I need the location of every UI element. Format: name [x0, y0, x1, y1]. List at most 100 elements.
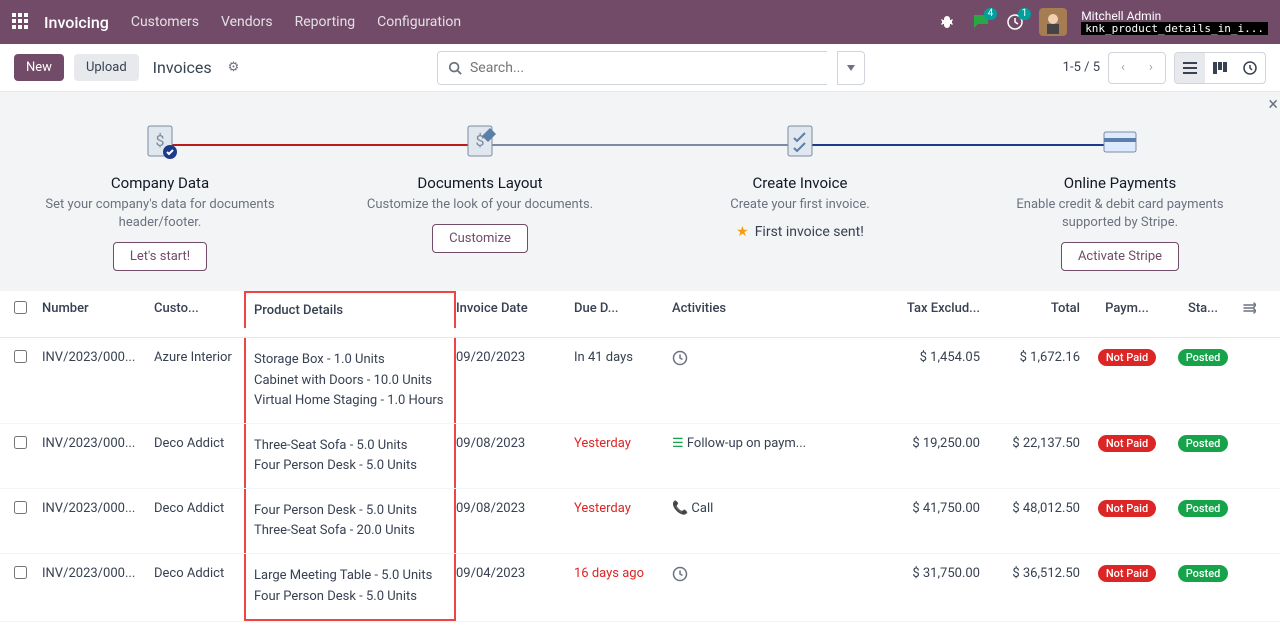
- cell-payment: Not Paid: [1088, 436, 1174, 476]
- cell-tax: $ 19,250.00: [838, 436, 988, 476]
- table-row[interactable]: INV/2023/000...Deco AddictLarge Meeting …: [0, 554, 1280, 621]
- cell-activity[interactable]: 📞 Call: [672, 501, 838, 541]
- onboard-company-btn[interactable]: Let's start!: [113, 242, 207, 271]
- cell-payment: Not Paid: [1088, 566, 1174, 608]
- cell-due: Yesterday: [574, 501, 672, 541]
- cell-product: Storage Box - 1.0 UnitsCabinet with Door…: [244, 338, 456, 422]
- cell-product: Four Person Desk - 5.0 UnitsThree-Seat S…: [244, 489, 456, 553]
- cell-number: INV/2023/000...: [42, 501, 154, 541]
- table-row[interactable]: INV/2023/000...Deco AddictFour Person De…: [0, 489, 1280, 554]
- cell-number: INV/2023/000...: [42, 436, 154, 476]
- view-activity[interactable]: [1235, 53, 1265, 83]
- onboard-layout: $ Documents Layout Customize the look of…: [320, 116, 640, 271]
- bug-icon[interactable]: [937, 12, 957, 32]
- search-box[interactable]: [437, 51, 827, 85]
- cell-customer: Deco Addict: [154, 436, 244, 476]
- cell-invoice-date: 09/04/2023: [456, 566, 574, 608]
- row-check[interactable]: [14, 501, 27, 514]
- view-kanban[interactable]: [1205, 53, 1235, 83]
- table-row[interactable]: INV/2023/000...Azure InteriorStorage Box…: [0, 338, 1280, 423]
- search-icon: [448, 61, 462, 75]
- row-check[interactable]: [14, 436, 27, 449]
- col-payment[interactable]: Paym...: [1088, 301, 1174, 327]
- nav-vendors[interactable]: Vendors: [221, 14, 273, 30]
- col-due[interactable]: Due D...: [574, 301, 672, 327]
- col-invoice-date[interactable]: Invoice Date: [456, 301, 574, 327]
- table-header: Number Custo... Product Details Invoice …: [0, 291, 1280, 338]
- cell-payment: Not Paid: [1088, 501, 1174, 541]
- svg-text:$: $: [156, 131, 165, 150]
- gear-icon[interactable]: ⚙: [228, 60, 240, 75]
- cell-customer: Azure Interior: [154, 350, 244, 410]
- cell-total: $ 1,672.16: [988, 350, 1088, 410]
- cell-payment: Not Paid: [1088, 350, 1174, 410]
- nav-customers[interactable]: Customers: [131, 14, 199, 30]
- control-panel: New Upload Invoices ⚙ 1-5 / 5 ‹ ›: [0, 44, 1280, 92]
- apps-icon[interactable]: [12, 13, 30, 31]
- onboard-create: Create Invoice Create your first invoice…: [640, 116, 960, 271]
- row-check[interactable]: [14, 350, 27, 363]
- upload-button[interactable]: Upload: [74, 54, 139, 81]
- cell-tax: $ 1,454.05: [838, 350, 988, 410]
- discuss-icon[interactable]: 4: [971, 12, 991, 32]
- cell-due: Yesterday: [574, 436, 672, 476]
- cell-tax: $ 31,750.00: [838, 566, 988, 608]
- nav-configuration[interactable]: Configuration: [377, 14, 461, 30]
- cell-invoice-date: 09/08/2023: [456, 501, 574, 541]
- cell-customer: Deco Addict: [154, 501, 244, 541]
- cell-product: Three-Seat Sofa - 5.0 UnitsFour Person D…: [244, 424, 456, 488]
- cell-total: $ 22,137.50: [988, 436, 1088, 476]
- col-status[interactable]: Sta...: [1174, 301, 1240, 327]
- top-bar: Invoicing Customers Vendors Reporting Co…: [0, 0, 1280, 44]
- app-brand[interactable]: Invoicing: [44, 13, 109, 32]
- cell-total: $ 48,012.50: [988, 501, 1088, 541]
- activity-icon[interactable]: 1: [1005, 12, 1025, 32]
- onboard-stripe-btn[interactable]: Activate Stripe: [1061, 242, 1179, 271]
- nav-reporting[interactable]: Reporting: [295, 14, 356, 30]
- row-check[interactable]: [14, 566, 27, 579]
- cell-invoice-date: 09/20/2023: [456, 350, 574, 410]
- cell-number: INV/2023/000...: [42, 350, 154, 410]
- cell-status: Posted: [1174, 501, 1240, 541]
- col-total[interactable]: Total: [988, 301, 1088, 327]
- search-dropdown[interactable]: [837, 51, 865, 85]
- col-number[interactable]: Number: [42, 301, 154, 327]
- cell-due: In 41 days: [574, 350, 672, 410]
- star-icon: ★: [736, 224, 749, 240]
- new-button[interactable]: New: [14, 54, 64, 81]
- view-list[interactable]: [1175, 53, 1205, 83]
- cell-activity[interactable]: ☰ Follow-up on paym...: [672, 436, 838, 476]
- cell-due: 16 days ago: [574, 566, 672, 608]
- invoice-table: Number Custo... Product Details Invoice …: [0, 291, 1280, 621]
- svg-text:$: $: [476, 131, 485, 150]
- select-all[interactable]: [14, 301, 27, 314]
- cell-activity[interactable]: [672, 350, 838, 410]
- onboard-payments: Online Payments Enable credit & debit ca…: [960, 116, 1280, 271]
- user-name[interactable]: Mitchell Admin: [1081, 10, 1268, 22]
- onboard-invoice-sent: ★First invoice sent!: [640, 224, 960, 240]
- cell-product: Large Meeting Table - 5.0 UnitsFour Pers…: [244, 554, 456, 620]
- col-options-icon[interactable]: [1240, 301, 1264, 327]
- cell-status: Posted: [1174, 436, 1240, 476]
- onboard-layout-btn[interactable]: Customize: [432, 224, 528, 253]
- avatar[interactable]: [1039, 8, 1067, 36]
- col-customer[interactable]: Custo...: [154, 301, 244, 327]
- col-tax[interactable]: Tax Exclud...: [838, 301, 988, 327]
- table-row[interactable]: INV/2023/000...Deco AddictThree-Seat Sof…: [0, 424, 1280, 489]
- cell-total: $ 36,512.50: [988, 566, 1088, 608]
- pager-next[interactable]: ›: [1137, 53, 1165, 83]
- cell-customer: Deco Addict: [154, 566, 244, 608]
- db-name: knk_product_details_in_i...: [1081, 22, 1268, 35]
- onboarding-close[interactable]: ×: [1268, 94, 1278, 115]
- onboard-company: $ Company Data Set your company's data f…: [0, 116, 320, 271]
- onboarding-panel: × $ Company Data Set your company's data…: [0, 92, 1280, 291]
- pager-prev[interactable]: ‹: [1109, 53, 1137, 83]
- pager-text[interactable]: 1-5 / 5: [1063, 60, 1100, 75]
- table-body: INV/2023/000...Azure InteriorStorage Box…: [0, 338, 1280, 621]
- col-product[interactable]: Product Details: [244, 291, 456, 328]
- cell-status: Posted: [1174, 350, 1240, 410]
- cell-tax: $ 41,750.00: [838, 501, 988, 541]
- search-input[interactable]: [470, 60, 817, 76]
- col-activities[interactable]: Activities: [672, 301, 838, 327]
- cell-activity[interactable]: [672, 566, 838, 608]
